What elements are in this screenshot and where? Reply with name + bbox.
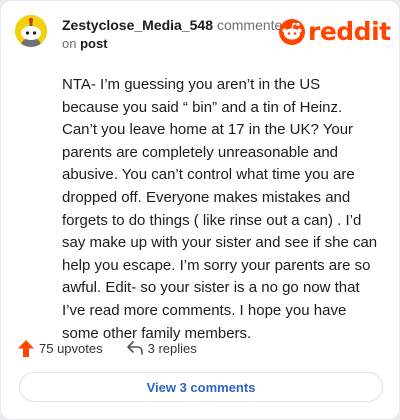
comment-header: Zestyclose_Media_548 commented <box>62 17 290 33</box>
reddit-logo[interactable]: reddit <box>279 19 391 45</box>
upvotes-stat[interactable]: 75 upvotes <box>18 339 103 357</box>
replies-count: 3 replies <box>147 340 197 356</box>
reply-arrow-icon <box>126 341 143 355</box>
upvotes-count: 75 upvotes <box>39 340 103 356</box>
snoo-avatar-icon <box>15 15 47 47</box>
user-avatar[interactable] <box>15 15 47 47</box>
on-label: on <box>62 36 77 51</box>
upvote-arrow-icon <box>18 339 34 357</box>
replies-stat[interactable]: 3 replies <box>126 340 197 356</box>
comment-body: NTA- I’m guessing you aren’t in the US b… <box>62 76 378 342</box>
comment-context: on post <box>62 36 108 51</box>
username[interactable]: Zestyclose_Media_548 <box>62 17 213 33</box>
reddit-snoo-icon <box>279 19 305 45</box>
comment-card: Zestyclose_Media_548 commented on post re… <box>1 1 399 419</box>
reddit-wordmark: reddit <box>308 17 391 46</box>
view-comments-button[interactable]: View 3 comments <box>19 372 383 402</box>
comment-stats: 75 upvotes 3 replies <box>18 338 197 358</box>
post-link[interactable]: post <box>80 36 107 51</box>
